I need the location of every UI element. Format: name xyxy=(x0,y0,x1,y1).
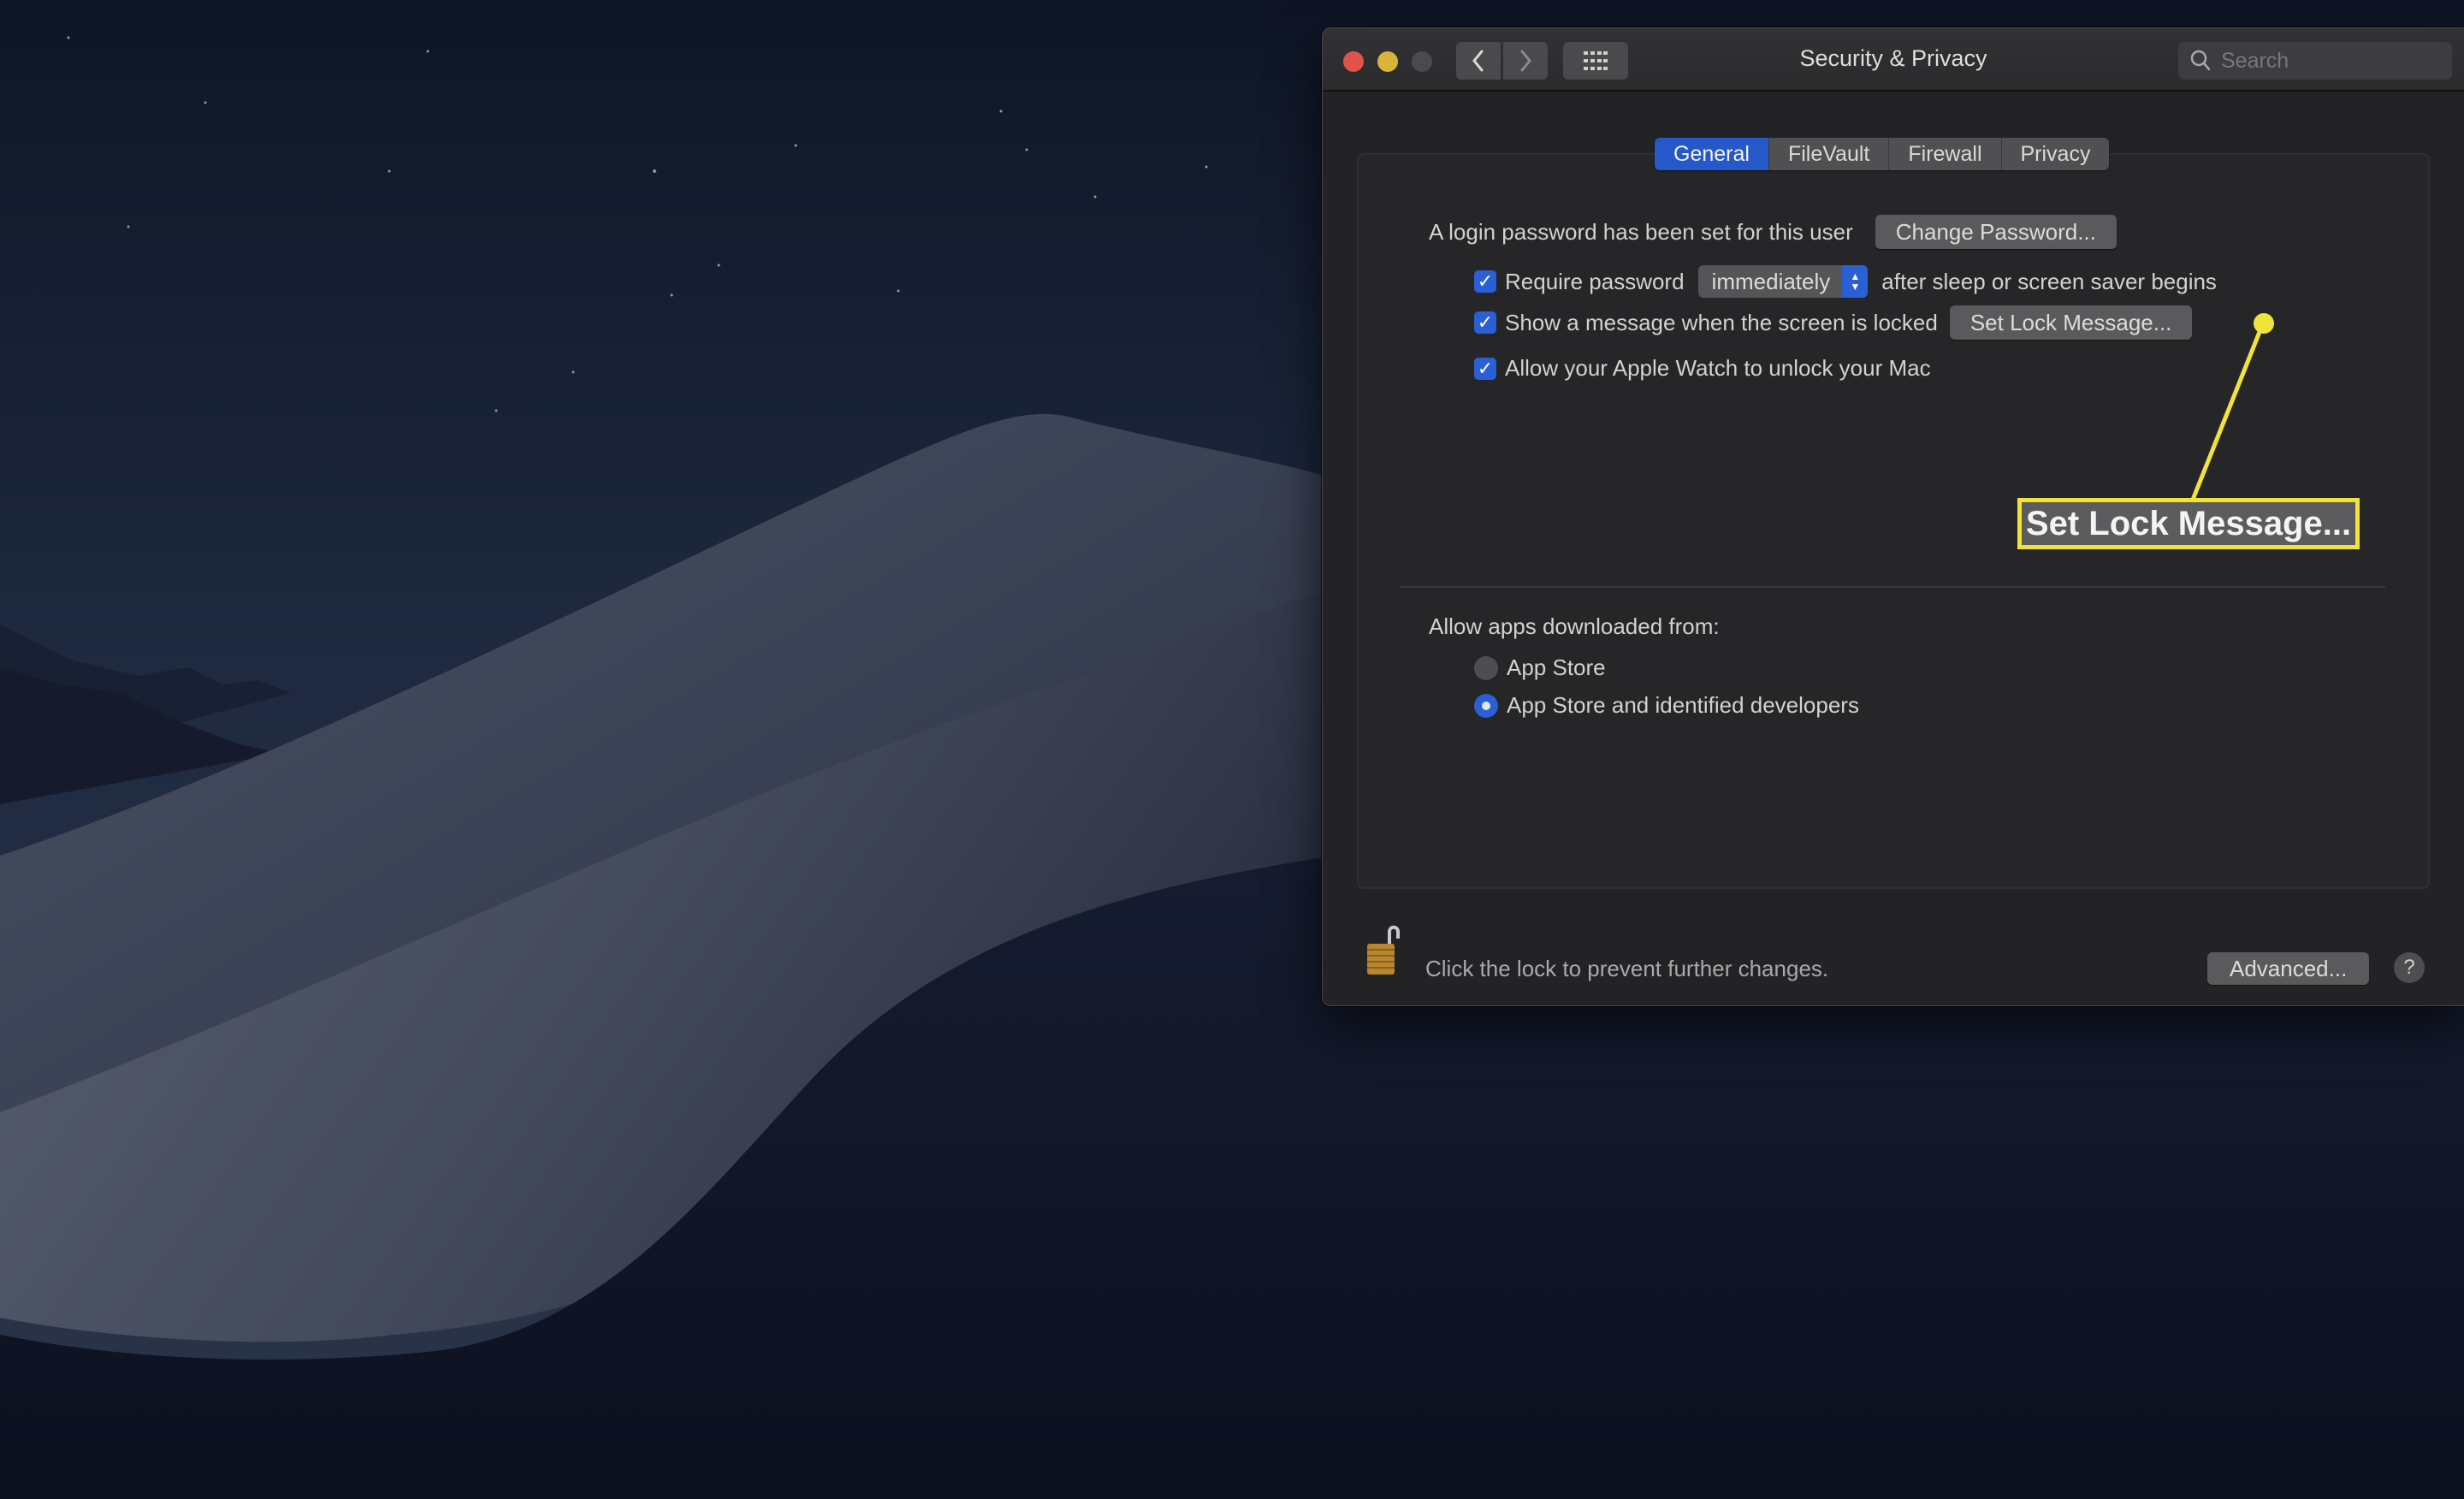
require-password-label: Require password xyxy=(1505,268,1685,294)
show-all-button[interactable] xyxy=(1563,42,1628,80)
lock-status-text: Click the lock to prevent further change… xyxy=(1425,956,1829,981)
tab-general[interactable]: General xyxy=(1655,138,1769,170)
forward-button[interactable] xyxy=(1503,42,1548,80)
checkmark-icon: ✓ xyxy=(1477,357,1494,379)
require-password-delay-popup[interactable]: immediately ▲ ▼ xyxy=(1697,265,1869,298)
allow-apps-label: Allow apps downloaded from: xyxy=(1429,613,1720,639)
close-button[interactable] xyxy=(1343,51,1364,72)
set-lock-message-button[interactable]: Set Lock Message... xyxy=(1949,305,2193,340)
radio-app-store[interactable]: App Store xyxy=(1474,655,1606,681)
apple-watch-row: ✓ Allow your Apple Watch to unlock your … xyxy=(1474,355,1931,382)
search-input[interactable] xyxy=(2219,47,2437,74)
show-message-row: ✓ Show a message when the screen is lock… xyxy=(1474,305,2193,340)
tab-privacy[interactable]: Privacy xyxy=(2001,138,2110,170)
popup-selected-value: immediately xyxy=(1711,268,1831,294)
apple-watch-checkbox[interactable]: ✓ xyxy=(1474,357,1496,380)
radio-app-store-identified[interactable]: App Store and identified developers xyxy=(1474,692,1859,719)
change-password-button[interactable]: Change Password... xyxy=(1875,215,2117,249)
minimize-button[interactable] xyxy=(1377,51,1398,72)
chevron-left-icon xyxy=(1472,50,1484,72)
title-bar: Security & Privacy xyxy=(1323,28,2464,92)
show-message-checkbox[interactable]: ✓ xyxy=(1474,311,1496,334)
annotation-callout: Set Lock Message... xyxy=(2017,498,2360,549)
popup-arrows-icon: ▲ ▼ xyxy=(1842,265,1869,298)
apple-watch-label: Allow your Apple Watch to unlock your Ma… xyxy=(1505,355,1931,381)
require-password-suffix: after sleep or screen saver begins xyxy=(1881,268,2217,294)
radio-button-app-store-identified[interactable] xyxy=(1474,693,1498,718)
section-divider xyxy=(1400,586,2385,588)
back-button[interactable] xyxy=(1456,42,1501,80)
tab-filevault[interactable]: FileVault xyxy=(1768,138,1890,170)
lock-button[interactable] xyxy=(1364,923,1403,981)
tab-bar: General FileVault Firewall Privacy xyxy=(1655,138,2110,170)
padlock-open-icon xyxy=(1367,925,1400,975)
radio-label-app-store: App Store xyxy=(1507,655,1606,680)
checkmark-icon: ✓ xyxy=(1477,311,1494,333)
search-field[interactable] xyxy=(2178,42,2452,80)
tab-firewall[interactable]: Firewall xyxy=(1889,138,2002,170)
allow-apps-heading: Allow apps downloaded from: xyxy=(1429,613,1720,640)
search-icon xyxy=(2190,50,2211,71)
chevron-right-icon xyxy=(1520,50,1531,72)
checkmark-icon: ✓ xyxy=(1477,270,1494,292)
question-mark-icon: ? xyxy=(2403,956,2415,979)
require-password-checkbox[interactable]: ✓ xyxy=(1474,270,1496,293)
zoom-button[interactable] xyxy=(1412,51,1432,72)
require-password-row: ✓ Require password immediately ▲ ▼ after … xyxy=(1474,265,2217,298)
help-button[interactable]: ? xyxy=(2394,952,2425,983)
radio-label-app-store-identified: App Store and identified developers xyxy=(1507,692,1859,718)
grid-icon xyxy=(1584,51,1608,70)
radio-button-app-store[interactable] xyxy=(1474,655,1498,680)
advanced-button[interactable]: Advanced... xyxy=(2207,952,2370,985)
login-password-row: A login password has been set for this u… xyxy=(1429,215,2117,249)
show-message-label: Show a message when the screen is locked xyxy=(1505,309,1938,335)
login-password-text: A login password has been set for this u… xyxy=(1429,218,1853,245)
